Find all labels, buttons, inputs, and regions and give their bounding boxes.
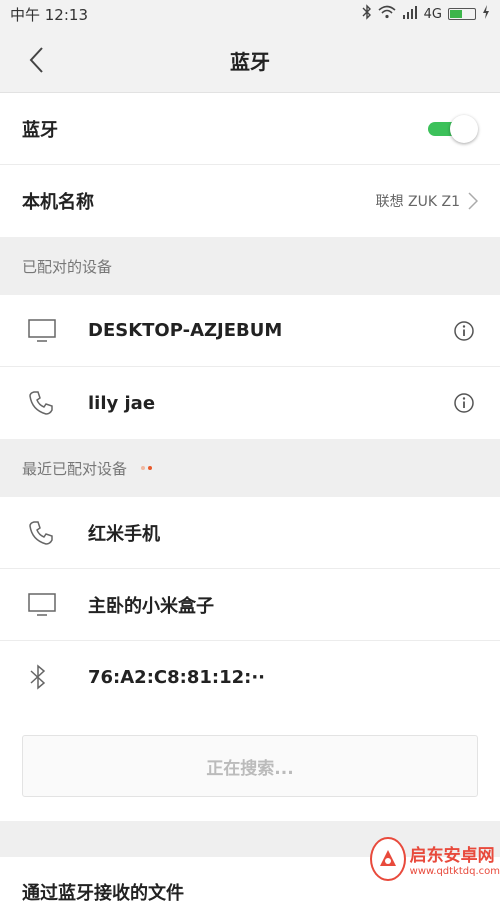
- page-title: 蓝牙: [230, 49, 270, 74]
- watermark-logo-icon: [370, 837, 406, 881]
- status-icons: 4G: [362, 4, 490, 24]
- paired-devices-header: 已配对的设备: [0, 237, 500, 295]
- list-item[interactable]: DESKTOP-AZJEBUM: [0, 295, 500, 367]
- toggle-knob: [450, 114, 478, 143]
- phone-icon: [28, 520, 74, 546]
- signal-icon: [402, 5, 418, 23]
- charging-icon: [482, 5, 490, 23]
- chevron-right-icon: [468, 192, 478, 210]
- watermark: 启东安卓网 www.qdtktdq.com: [370, 829, 500, 889]
- network-type: 4G: [423, 6, 442, 22]
- bluetooth-settings-group: 蓝牙 本机名称 联想 ZUK Z1: [0, 93, 500, 237]
- paired-devices-list: DESKTOP-AZJEBUM lily jae: [0, 295, 500, 439]
- monitor-icon: [28, 592, 74, 617]
- wifi-icon: [378, 5, 396, 23]
- status-time: 中午 12:13: [10, 5, 88, 24]
- info-icon: [454, 320, 474, 341]
- search-button[interactable]: 正在搜索...: [22, 735, 478, 797]
- watermark-title: 启东安卓网: [409, 846, 495, 866]
- device-name: 红米手机: [88, 523, 160, 545]
- info-icon: [454, 393, 474, 413]
- bluetooth-toggle[interactable]: [428, 114, 478, 143]
- device-name-row[interactable]: 本机名称 联想 ZUK Z1: [0, 165, 500, 237]
- back-button[interactable]: [18, 42, 54, 78]
- search-section: 正在搜索...: [0, 713, 500, 821]
- device-name: 主卧的小米盒子: [88, 595, 214, 617]
- paired-devices-title: 已配对的设备: [22, 257, 113, 276]
- bluetooth-label: 蓝牙: [22, 119, 58, 141]
- list-item[interactable]: lily jae: [0, 367, 500, 439]
- bluetooth-icon: [28, 664, 74, 690]
- bluetooth-toggle-row: 蓝牙: [0, 93, 500, 165]
- recent-devices-list: 红米手机 主卧的小米盒子 76:A2:C8:81:12:··: [0, 497, 500, 713]
- page-header: 蓝牙: [0, 28, 500, 93]
- info-button[interactable]: [450, 389, 478, 417]
- watermark-url: www.qdtktdq.com: [409, 866, 500, 877]
- list-item[interactable]: 76:A2:C8:81:12:··: [0, 641, 500, 713]
- search-label: 正在搜索...: [206, 758, 294, 779]
- device-name-value: 联想 ZUK Z1: [375, 194, 460, 210]
- battery-icon: [448, 8, 476, 20]
- recent-devices-title: 最近已配对设备: [22, 459, 128, 478]
- loading-dots: [141, 466, 153, 470]
- device-name-label: 本机名称: [22, 192, 94, 213]
- received-files-label: 通过蓝牙接收的文件: [22, 883, 184, 904]
- chevron-left-icon: [29, 47, 43, 73]
- monitor-icon: [28, 318, 74, 343]
- recent-devices-header: 最近已配对设备: [0, 439, 500, 497]
- phone-icon: [28, 390, 74, 416]
- device-name: lily jae: [88, 392, 156, 414]
- list-item[interactable]: 主卧的小米盒子: [0, 569, 500, 641]
- info-button[interactable]: [450, 317, 478, 345]
- device-name: 76:A2:C8:81:12:··: [88, 666, 266, 688]
- status-bar: 中午 12:13 4G: [0, 0, 500, 28]
- list-item[interactable]: 红米手机: [0, 497, 500, 569]
- device-name: DESKTOP-AZJEBUM: [88, 320, 283, 341]
- bluetooth-status-icon: [362, 4, 372, 24]
